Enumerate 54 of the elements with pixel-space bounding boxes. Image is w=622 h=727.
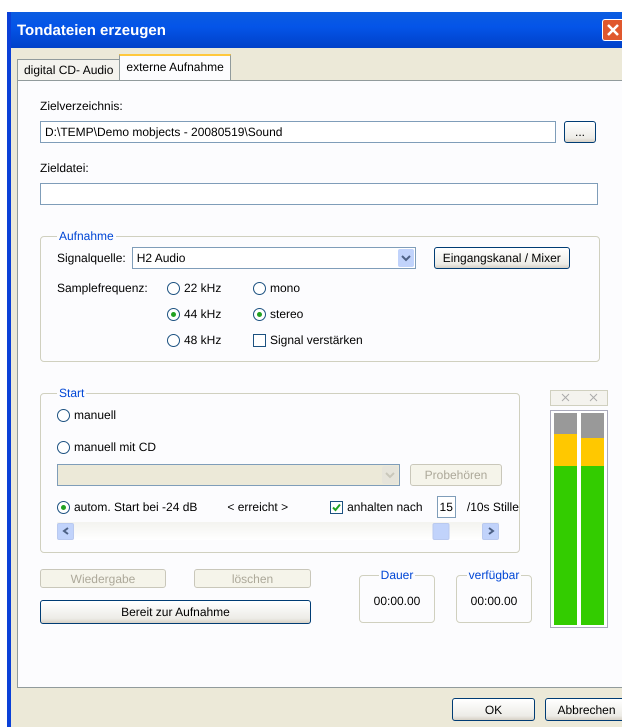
threshold-slider[interactable]: [57, 522, 499, 540]
caret-icon: [398, 249, 414, 267]
seconds-field[interactable]: 15: [436, 496, 456, 518]
radio-button[interactable]: autom. Start bei -24 dB: [57, 496, 198, 518]
scroll-right-button[interactable]: [482, 522, 499, 540]
scroll-left-button[interactable]: [57, 522, 74, 540]
radio-circle[interactable]: [57, 500, 70, 514]
radio-circle[interactable]: [167, 282, 180, 294]
cancel-button[interactable]: Abbrechen: [545, 698, 622, 721]
tab[interactable]: externe Aufnahme: [119, 54, 231, 80]
checkbox[interactable]: Signal verstärken: [253, 329, 363, 351]
radio-circle[interactable]: [57, 440, 70, 454]
ready-button[interactable]: Bereit zur Aufnahme: [40, 600, 311, 624]
close-icon: [588, 393, 598, 402]
radio-button[interactable]: 44 kHz: [167, 303, 253, 325]
group-title: Start: [58, 386, 86, 400]
radio-circle[interactable]: [253, 308, 266, 320]
field-label: Samplefrequenz:: [57, 280, 149, 297]
source-select[interactable]: H2 Audio: [132, 247, 416, 269]
box-title: verfügbar: [466, 568, 522, 582]
field-label: Signalquelle:: [57, 251, 126, 265]
close-icon: [606, 23, 620, 37]
field-label: Zieldatei:: [40, 161, 90, 175]
check-square[interactable]: [253, 334, 266, 346]
caret-icon: [382, 466, 398, 484]
window-title: Tondateien erzeugen: [17, 22, 166, 38]
group-title: Aufnahme: [58, 229, 115, 243]
checkbox[interactable]: anhalten nach: [330, 496, 423, 518]
close-icon: [560, 393, 570, 402]
radio-circle[interactable]: [167, 308, 180, 320]
path-field[interactable]: D:\TEMP\Demo mobjects - 20080519\Sound: [40, 121, 556, 143]
field-label: Zielverzeichnis:: [40, 99, 124, 113]
mixer-button[interactable]: Eingangskanal / Mixer: [434, 247, 570, 269]
radio-circle[interactable]: [167, 334, 180, 346]
close-button[interactable]: [602, 19, 622, 41]
radio-circle[interactable]: [253, 282, 266, 294]
radio-button[interactable]: 22 kHz: [167, 277, 253, 299]
ok-button[interactable]: OK: [452, 698, 535, 721]
unit-label: /10s Stille: [466, 500, 519, 514]
browse-button[interactable]: ...: [564, 121, 596, 143]
slider-thumb[interactable]: [432, 522, 450, 540]
radio-circle[interactable]: [57, 408, 70, 422]
status-text: < erreicht >: [227, 500, 288, 514]
file-name-field[interactable]: [40, 183, 598, 205]
radio-button[interactable]: manuell mit CD: [57, 434, 503, 460]
tab[interactable]: digital CD- Audio: [17, 59, 120, 80]
available-value: 00:00.00: [470, 594, 518, 608]
radio-button[interactable]: 48 kHz: [167, 329, 253, 351]
radio-button[interactable]: mono: [253, 277, 363, 299]
radio-button[interactable]: manuell: [57, 402, 503, 428]
box-title: Dauer: [378, 568, 416, 582]
radio-button[interactable]: stereo: [253, 303, 363, 325]
duration-value: 00:00.00: [374, 594, 420, 608]
check-square[interactable]: [330, 500, 344, 514]
